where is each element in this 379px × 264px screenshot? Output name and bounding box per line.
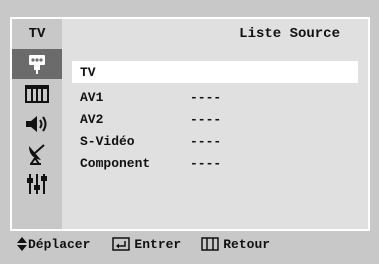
- tv-menu-tab[interactable]: TV: [12, 19, 62, 49]
- source-name: AV2: [80, 111, 104, 127]
- source-value: ----: [190, 111, 222, 127]
- picture-icon: [25, 85, 49, 103]
- sidebar-item-sound[interactable]: [12, 109, 62, 139]
- sidebar-item-picture[interactable]: [12, 79, 62, 109]
- menu-title: Liste Source: [62, 19, 368, 49]
- enter-icon: [112, 237, 131, 251]
- menu-footer: Déplacer Entrer Retour: [12, 231, 368, 257]
- sound-icon: [26, 116, 47, 132]
- source-item-av1[interactable]: AV1 ----: [72, 86, 358, 108]
- source-name: Component: [80, 155, 151, 171]
- source-value: ----: [190, 133, 222, 149]
- source-value: ----: [190, 155, 222, 171]
- source-item-tv[interactable]: TV: [72, 61, 358, 83]
- footer-enter: Entrer: [112, 237, 181, 252]
- setup-sliders-icon: [27, 174, 47, 194]
- footer-move-label: Déplacer: [28, 236, 91, 252]
- sidebar-item-input[interactable]: [12, 49, 62, 79]
- tv-osd-screen: TV Liste Source TV AV1 ---- AV2 ---- S-V…: [0, 0, 379, 264]
- channel-antenna-icon: [29, 144, 45, 165]
- sidebar-item-channel[interactable]: [12, 139, 62, 169]
- up-down-arrows-icon: [17, 237, 27, 251]
- source-name: AV1: [80, 89, 104, 105]
- source-name: TV: [80, 64, 96, 80]
- source-list-panel: TV AV1 ---- AV2 ---- S-Vidéo ---- Compon…: [62, 49, 368, 229]
- input-icon: [29, 55, 45, 74]
- footer-return-label: Retour: [223, 236, 271, 252]
- source-item-s-video[interactable]: S-Vidéo ----: [72, 130, 358, 152]
- footer-move: Déplacer: [16, 236, 90, 252]
- source-item-av2[interactable]: AV2 ----: [72, 108, 358, 130]
- source-item-component[interactable]: Component ----: [72, 152, 358, 174]
- menu-header: TV Liste Source: [12, 19, 368, 49]
- source-name: S-Vidéo: [80, 133, 135, 149]
- menu-sidebar: [12, 49, 62, 229]
- footer-return: Retour: [201, 237, 270, 252]
- footer-enter-label: Entrer: [134, 236, 182, 252]
- return-menu-icon: [201, 237, 219, 251]
- source-value: ----: [190, 89, 222, 105]
- sidebar-item-setup[interactable]: [12, 169, 62, 199]
